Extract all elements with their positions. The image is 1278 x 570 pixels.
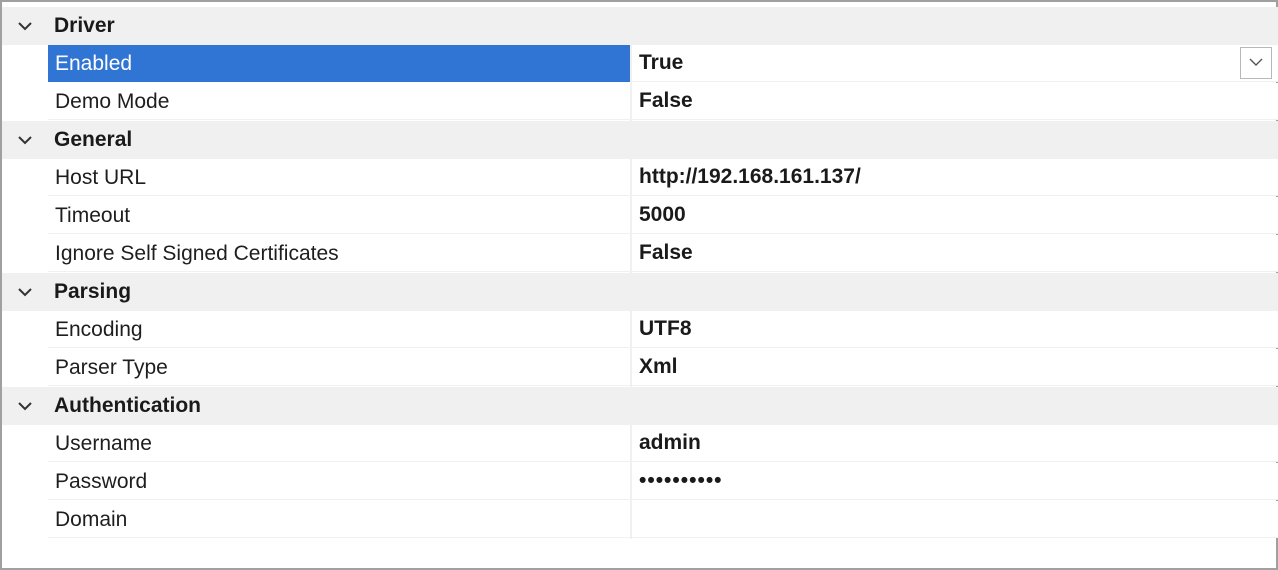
property-value[interactable]: True: [632, 45, 1278, 82]
property-name: Parser Type: [48, 349, 630, 386]
property-name: Encoding: [48, 311, 630, 348]
property-row-enabled[interactable]: Enabled True: [48, 45, 1278, 83]
category-label: Parsing: [54, 280, 132, 303]
category-driver[interactable]: Driver: [2, 7, 1278, 45]
category-label: Driver: [54, 14, 115, 37]
category-label: Authentication: [54, 394, 201, 417]
property-row-timeout[interactable]: Timeout 5000: [48, 197, 1278, 235]
property-row-password[interactable]: Password ••••••••••: [48, 463, 1278, 501]
property-value[interactable]: False: [632, 235, 1278, 272]
chevron-down-icon[interactable]: [2, 273, 48, 311]
property-row-encoding[interactable]: Encoding UTF8: [48, 311, 1278, 349]
property-name: Host URL: [48, 159, 630, 196]
property-value[interactable]: http://192.168.161.137/: [632, 159, 1278, 196]
chevron-down-icon[interactable]: [2, 7, 48, 45]
property-value[interactable]: Xml: [632, 349, 1278, 386]
property-value[interactable]: UTF8: [632, 311, 1278, 348]
property-value[interactable]: 5000: [632, 197, 1278, 234]
property-value[interactable]: [632, 501, 1278, 538]
property-value[interactable]: ••••••••••: [632, 463, 1278, 500]
chevron-down-icon: [1249, 54, 1263, 72]
property-name: Domain: [48, 501, 630, 538]
category-general[interactable]: General: [2, 121, 1278, 159]
property-row-username[interactable]: Username admin: [48, 425, 1278, 463]
property-name: Demo Mode: [48, 83, 630, 120]
chevron-down-icon[interactable]: [2, 387, 48, 425]
category-label: General: [54, 128, 133, 151]
property-name: Username: [48, 425, 630, 462]
property-row-ignore-self-signed-certificates[interactable]: Ignore Self Signed Certificates False: [48, 235, 1278, 273]
property-row-domain[interactable]: Domain: [48, 501, 1278, 539]
property-name: Ignore Self Signed Certificates: [48, 235, 630, 272]
property-name: Timeout: [48, 197, 630, 234]
dropdown-button[interactable]: [1240, 47, 1272, 79]
category-authentication[interactable]: Authentication: [2, 387, 1278, 425]
property-name: Password: [48, 463, 630, 500]
property-name: Enabled: [48, 45, 630, 82]
property-value[interactable]: admin: [632, 425, 1278, 462]
property-row-host-url[interactable]: Host URL http://192.168.161.137/: [48, 159, 1278, 197]
property-row-parser-type[interactable]: Parser Type Xml: [48, 349, 1278, 387]
property-value[interactable]: False: [632, 83, 1278, 120]
property-grid: Driver Enabled True Demo Mode False Gene…: [0, 0, 1278, 570]
property-row-demo-mode[interactable]: Demo Mode False: [48, 83, 1278, 121]
category-parsing[interactable]: Parsing: [2, 273, 1278, 311]
chevron-down-icon[interactable]: [2, 121, 48, 159]
